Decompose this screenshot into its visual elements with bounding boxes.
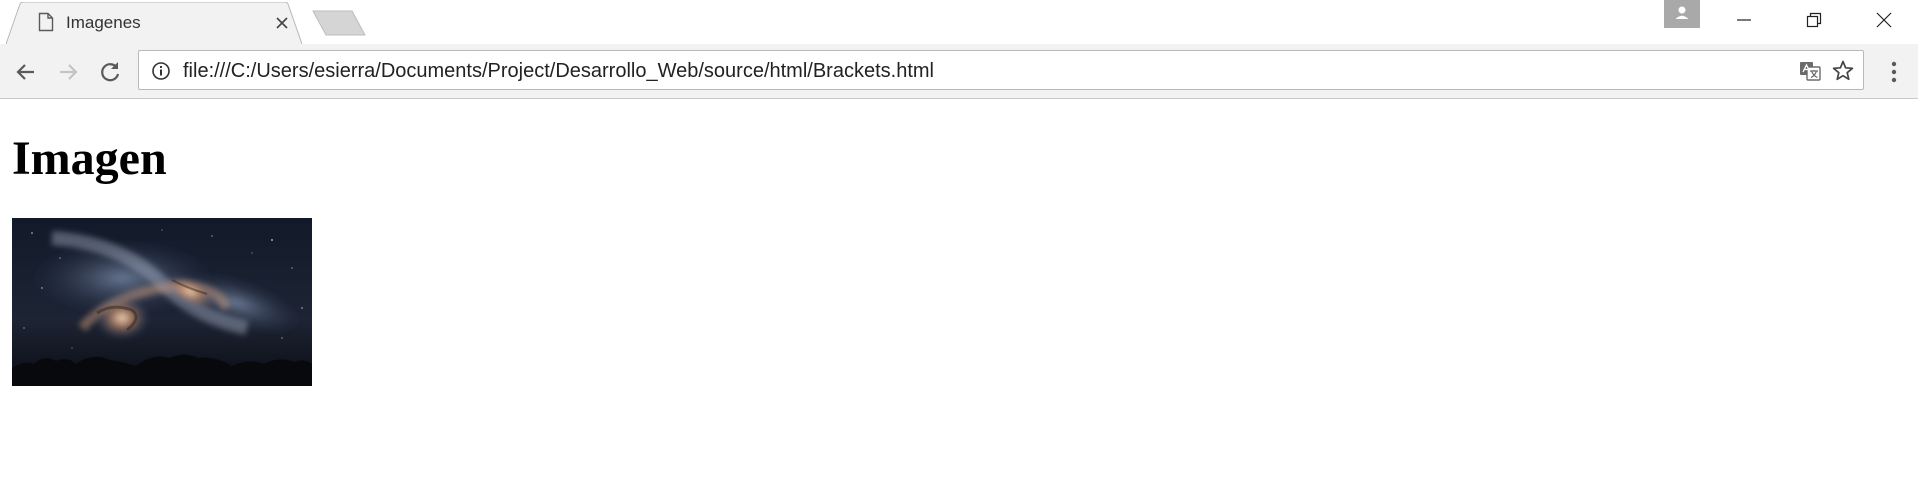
more-vertical-icon[interactable] [1880, 57, 1908, 87]
address-bar[interactable]: file:///C:/Users/esierra/Documents/Proje… [138, 50, 1864, 90]
document-icon [38, 12, 54, 32]
arrow-left-icon[interactable] [12, 58, 40, 86]
arrow-right-icon[interactable] [54, 58, 82, 86]
new-tab-icon[interactable] [312, 10, 366, 36]
page-heading: Imagen [12, 132, 167, 185]
tab-strip: Imagenes [0, 0, 1918, 44]
profile-button[interactable] [1664, 0, 1700, 28]
reload-icon[interactable] [96, 58, 124, 86]
translate-icon[interactable] [1798, 59, 1822, 83]
info-icon[interactable] [151, 61, 171, 81]
window-close-button[interactable] [1849, 0, 1918, 40]
star-icon[interactable] [1831, 59, 1855, 83]
close-icon [1876, 12, 1892, 28]
restore-button[interactable] [1779, 0, 1849, 40]
minimize-button[interactable] [1709, 0, 1779, 40]
browser-toolbar: file:///C:/Users/esierra/Documents/Proje… [0, 44, 1918, 99]
minimize-icon [1737, 19, 1751, 21]
restore-icon [1806, 12, 1822, 28]
close-icon[interactable] [274, 15, 290, 31]
tab-imagenes[interactable]: Imagenes [6, 2, 302, 44]
page-content: Imagen [0, 99, 1918, 502]
galaxy-night-sky-image [12, 218, 312, 386]
person-icon [1675, 6, 1689, 19]
url-text[interactable]: file:///C:/Users/esierra/Documents/Proje… [183, 60, 934, 83]
tab-title: Imagenes [66, 13, 141, 32]
